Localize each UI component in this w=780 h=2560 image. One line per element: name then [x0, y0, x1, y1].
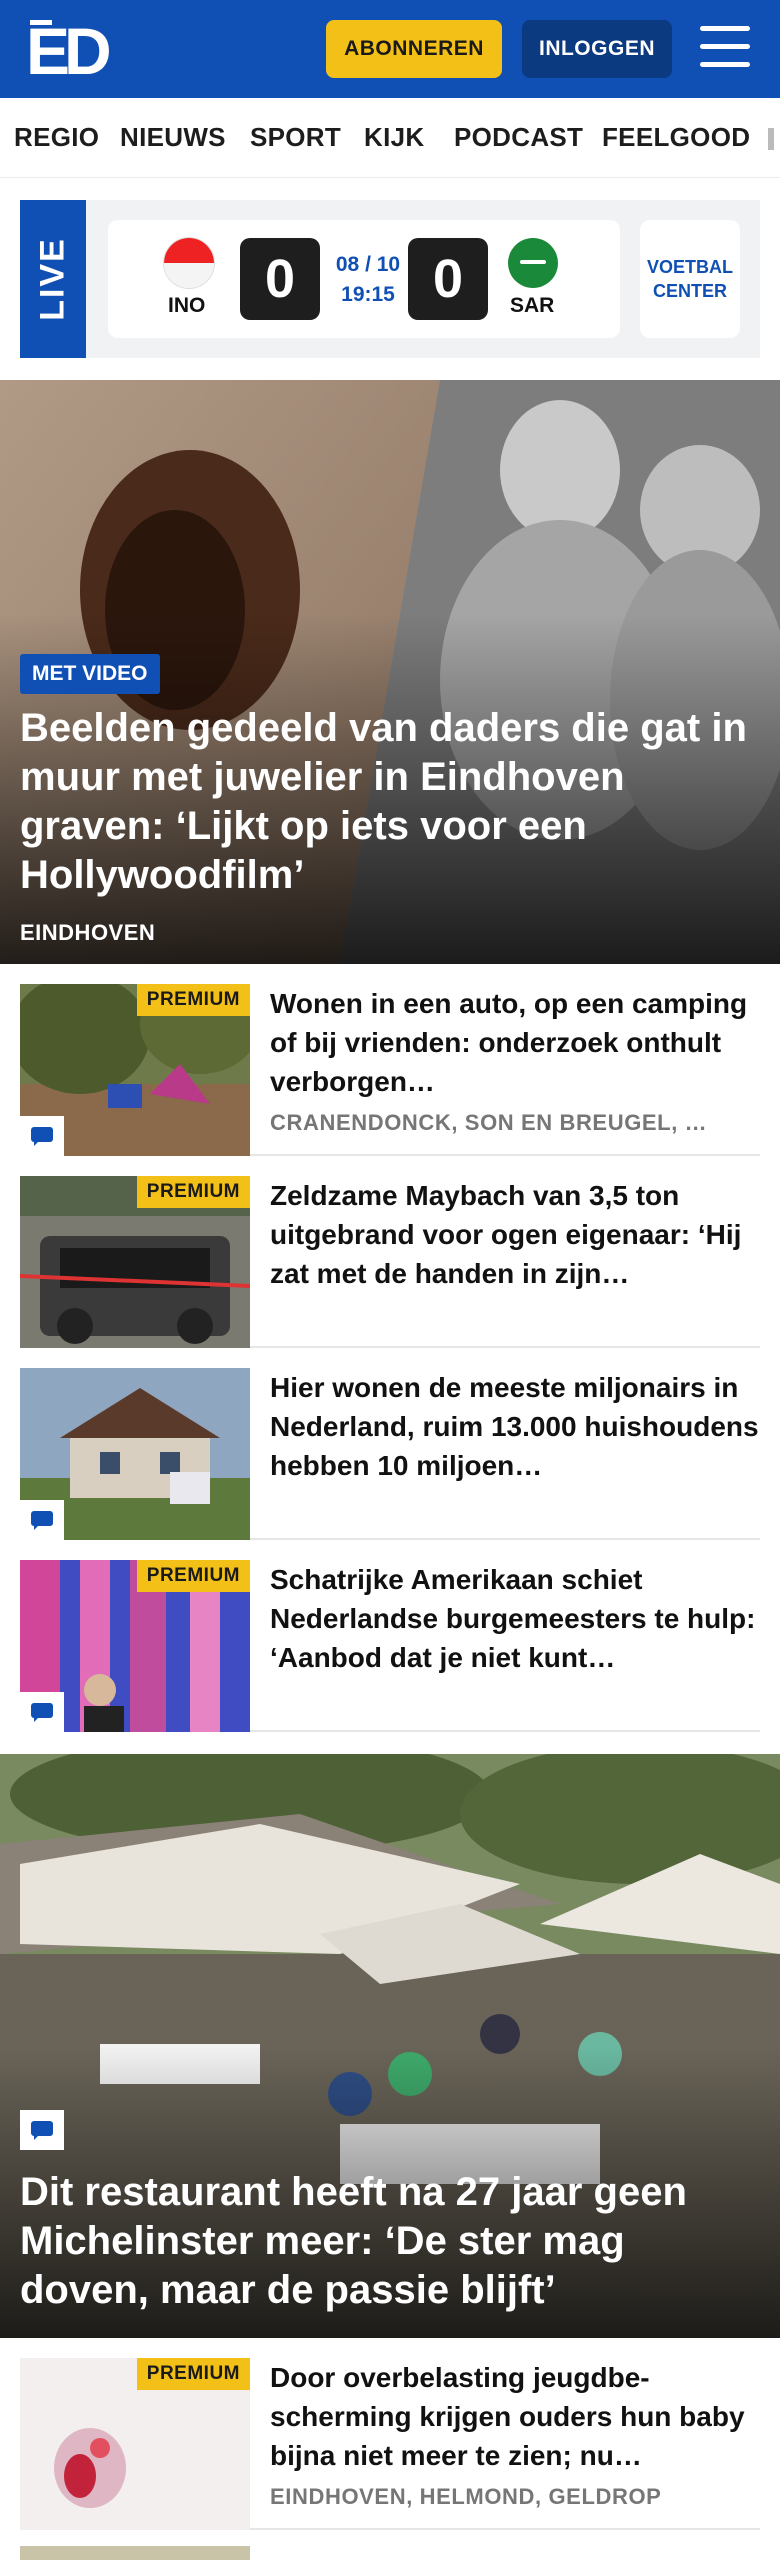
list-item[interactable]: Hier wonen de meeste miljonairs in Neder… [20, 1368, 760, 1540]
list-item[interactable]: PREMIUM Door overbelasting jeugdbe- sche… [20, 2358, 760, 2530]
comment-icon [20, 1500, 64, 1540]
next-article-peek [20, 2546, 760, 2560]
ed-logo[interactable]: ED [26, 18, 116, 82]
featured-article[interactable]: Dit restaurant heeft na 27 jaar geen Mic… [0, 1754, 780, 2338]
subscribe-button[interactable]: ABONNEREN [326, 20, 502, 78]
menu-icon[interactable] [700, 26, 752, 70]
list-item[interactable]: PREMIUM Wonen in een auto, op een campin… [20, 984, 760, 1156]
indonesia-flag-icon [164, 238, 214, 288]
article-thumbnail: PREMIUM [20, 984, 250, 1156]
article-thumbnail: PREMIUM [20, 1560, 250, 1732]
premium-badge: PREMIUM [136, 1560, 250, 1592]
svg-text:ED: ED [26, 18, 109, 82]
nav-item-regio[interactable]: REGIO [14, 122, 99, 153]
article-thumbnail [20, 1368, 250, 1540]
list-item[interactable]: PREMIUM Schatrijke Amerikaan schiet Nede… [20, 1560, 760, 1732]
nav-overflow-indicator [768, 128, 774, 150]
article-title[interactable]: Door overbelasting jeugdbe- scherming kr… [270, 2358, 760, 2475]
article-title[interactable]: Wonen in een auto, op een camping of bij… [270, 984, 760, 1101]
article-title[interactable]: Hier wonen de meeste miljonairs in Neder… [270, 1368, 760, 1485]
video-badge: MET VIDEO [20, 654, 160, 694]
hero-location: EINDHOVEN [20, 920, 156, 945]
comment-icon [20, 2110, 64, 2150]
live-tag: LIVE [20, 200, 86, 358]
login-button[interactable]: INLOGGEN [522, 20, 672, 78]
article-thumbnail: PREMIUM [20, 1176, 250, 1348]
list-item[interactable]: PREMIUM Zeldzame Maybach van 3,5 ton uit… [20, 1176, 760, 1348]
feature-title[interactable]: Dit restaurant heeft na 27 jaar geen Mic… [20, 2168, 760, 2315]
section-nav: REGIO NIEUWS SPORT KIJK PODCAST FEELGOOD [0, 98, 780, 178]
comment-icon [20, 1692, 64, 1732]
nav-item-kijk[interactable]: KIJK [364, 122, 424, 153]
away-team: SAR [510, 294, 555, 317]
nav-item-sport[interactable]: SPORT [250, 122, 341, 153]
article-thumbnail: PREMIUM [20, 2358, 250, 2530]
nav-item-feelgood[interactable]: FEELGOOD [602, 122, 750, 153]
match-datetime: 08 / 10 19:15 [328, 250, 408, 310]
premium-badge: PREMIUM [136, 1176, 250, 1208]
home-team: INO [168, 294, 206, 317]
home-score: 0 [240, 238, 320, 320]
nav-item-nieuws[interactable]: NIEUWS [120, 122, 226, 153]
match-time: 19:15 [341, 283, 395, 306]
away-score: 0 [408, 238, 488, 320]
voetbal-center-link[interactable]: VOETBAL CENTER [640, 220, 740, 338]
premium-badge: PREMIUM [136, 2358, 250, 2390]
voetbal-center-label-1: VOETBAL [646, 257, 733, 277]
live-scores-bar: LIVE INO 0 08 / 10 19:15 0 SAR VOETBAL CE… [20, 200, 760, 358]
hero-article[interactable]: MET VIDEO Beelden gedeeld van daders die… [0, 380, 780, 964]
premium-badge: PREMIUM [136, 984, 250, 1016]
article-title[interactable]: Schatrijke Amerikaan schiet Nederlandse … [270, 1560, 760, 1677]
match-date: 08 / 10 [335, 253, 401, 276]
article-location: EINDHOVEN, HELMOND, GELDROP [270, 2484, 662, 2509]
voetbal-center-label-2: CENTER [652, 281, 727, 301]
nav-item-podcast[interactable]: PODCAST [454, 122, 583, 153]
article-location: CRANENDONCK, SON EN BREUGEL, … [270, 1110, 708, 1135]
hero-title[interactable]: Beelden gedeeld van daders die gat in mu… [20, 704, 760, 900]
saudi-arabia-flag-icon [508, 238, 558, 288]
article-title[interactable]: Zeldzame Maybach van 3,5 ton uitgebrand … [270, 1176, 760, 1293]
site-header: ED ABONNEREN INLOGGEN [0, 0, 780, 98]
comment-icon [20, 1116, 64, 1156]
match-card[interactable]: INO 0 08 / 10 19:15 0 SAR [108, 220, 620, 338]
